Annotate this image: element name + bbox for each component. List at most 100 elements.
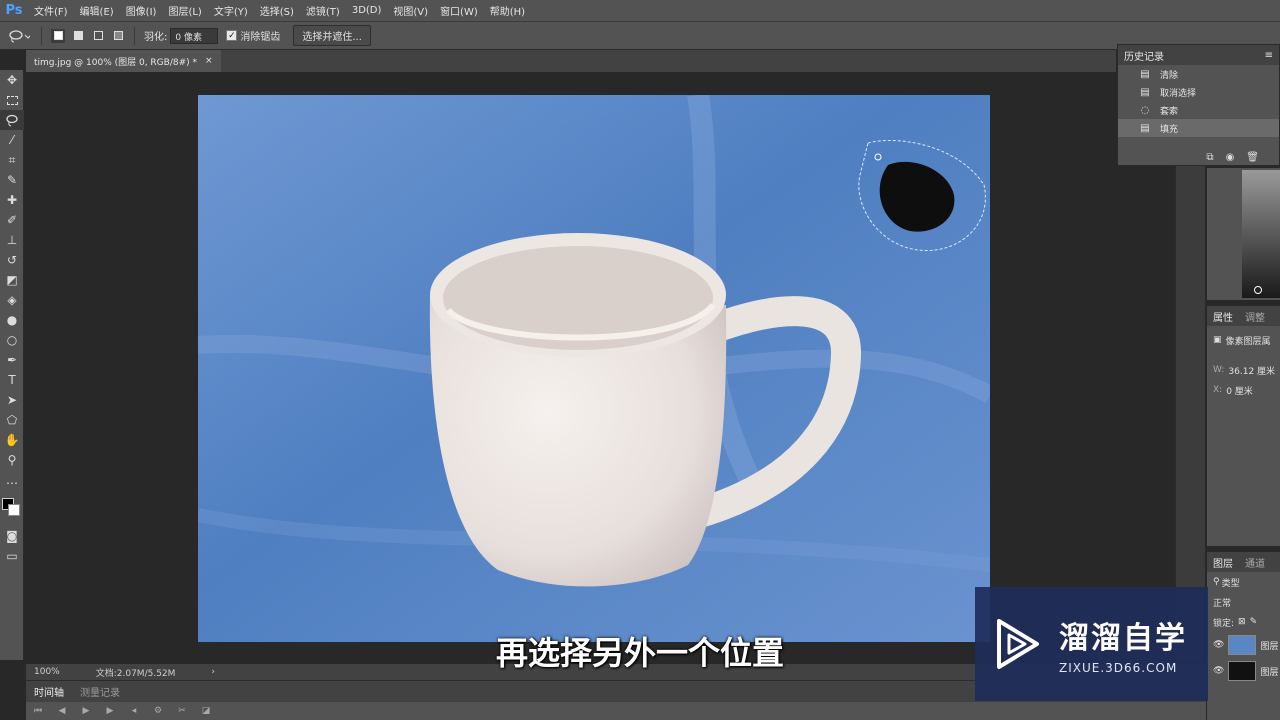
split-icon[interactable]: ✂ [170,706,194,716]
play-logo-icon [997,619,1039,669]
history-item-selected[interactable]: ▤ 填充 [1118,119,1279,137]
new-document-icon[interactable]: ⧉ [1206,152,1213,163]
layer-filter-row[interactable]: ⚲ 类型 [1207,572,1280,592]
menu-filter[interactable]: 滤镜(T) [300,3,346,18]
blend-mode-select[interactable]: 正常 [1207,592,1280,612]
history-footer: ⧉ ◉ 🗑 [1206,152,1259,163]
document-canvas[interactable] [198,95,990,642]
tab-timeline[interactable]: 时间轴 [26,684,72,699]
lock-pixels-icon[interactable]: ⊠ [1238,617,1246,627]
layer-name: 图层 [1260,667,1279,678]
x-field[interactable]: 0 厘米 [1226,384,1253,397]
shape-tool-icon[interactable]: ⬠ [0,410,24,430]
select-and-mask-button[interactable]: 选择并遮住... [293,25,371,46]
layer-thumbnail [1228,661,1257,681]
menu-3d[interactable]: 3D(D) [346,5,388,16]
menu-select[interactable]: 选择(S) [254,3,300,18]
menu-layer[interactable]: 图层(L) [162,3,207,18]
blur-tool-icon[interactable]: ● [0,310,24,330]
tab-layers[interactable]: 图层 [1207,555,1239,570]
document-tab[interactable]: timg.jpg @ 100% (图层 0, RGB/8#) * × [26,50,221,72]
status-arrow-icon[interactable]: › [211,667,215,677]
type-tool-icon[interactable]: T [0,370,24,390]
feather-label: 羽化: [144,32,168,43]
menu-edit[interactable]: 编辑(E) [74,3,120,18]
new-selection-icon[interactable] [51,28,65,43]
prev-frame-icon[interactable]: ◀ [50,706,74,716]
screen-mode-icon[interactable]: ▭ [0,546,24,566]
marquee-tool-icon[interactable] [0,90,24,110]
color-panel [1207,168,1280,300]
audio-icon[interactable]: ◂ [122,706,146,716]
first-frame-icon[interactable]: ⏮ [26,706,50,716]
hand-tool-icon[interactable]: ✋ [0,430,24,450]
history-item[interactable]: ◌ 套索 [1118,101,1279,119]
tab-adjustments[interactable]: 调整 [1239,309,1271,324]
history-brush-icon[interactable]: ↺ [0,250,24,270]
dodge-tool-icon[interactable]: ○ [0,330,24,350]
color-picker-handle[interactable] [1254,286,1262,294]
transition-icon[interactable]: ◪ [194,706,218,716]
options-bar: 羽化: 0 像素 ✓ 消除锯齿 选择并遮住... [0,22,1280,50]
lasso-icon: ◌ [1140,104,1150,116]
menu-file[interactable]: 文件(F) [28,3,74,18]
play-icon[interactable]: ▶ [74,706,98,716]
lasso-tool-icon[interactable] [0,110,24,130]
trash-icon[interactable]: 🗑 [1246,152,1259,163]
color-swatches[interactable] [0,490,23,526]
document-icon: ▤ [1140,86,1150,98]
history-item[interactable]: ▤ 取消选择 [1118,83,1279,101]
lock-label: 锁定: [1213,618,1235,629]
zoom-tool-icon[interactable]: ⚲ [0,450,24,470]
tab-measurement-log[interactable]: 测量记录 [72,684,128,699]
camera-icon[interactable]: ◉ [1226,152,1235,163]
eyedropper-icon[interactable]: ✎ [0,170,24,190]
menu-image[interactable]: 图像(I) [120,3,163,18]
stamp-tool-icon[interactable]: ⊥ [0,230,24,250]
x-label: X: [1213,385,1223,395]
tab-properties[interactable]: 属性 [1207,309,1239,324]
document-icon: ▤ [1140,68,1150,80]
paint-bucket-icon[interactable]: ◈ [0,290,24,310]
quick-mask-icon[interactable]: ◙ [0,526,24,546]
zoom-level[interactable]: 100% [34,667,60,677]
lasso-tool-preset-icon[interactable] [6,29,32,43]
antialias-checkbox[interactable]: ✓ [226,30,238,41]
subtract-selection-icon[interactable] [91,29,105,43]
watermark-url: ZIXUE.3D66.COM [1059,661,1178,675]
layer-item[interactable]: 👁 图层 [1207,658,1280,684]
history-item[interactable]: ▤ 清除 [1118,65,1279,83]
crop-tool-icon[interactable]: ⌗ [0,150,24,170]
width-field[interactable]: 36.12 厘米 [1228,364,1275,377]
brush-tool-icon[interactable]: ✐ [0,210,24,230]
magic-wand-icon[interactable]: ⁄ [0,130,24,150]
tab-channels[interactable]: 通道 [1239,555,1271,570]
eye-icon[interactable]: 👁 [1213,640,1224,650]
healing-brush-icon[interactable]: ✚ [0,190,24,210]
menu-window[interactable]: 窗口(W) [434,3,484,18]
intersect-selection-icon[interactable] [111,29,125,43]
next-frame-icon[interactable]: ▶ [98,706,122,716]
settings-icon[interactable]: ⚙ [146,706,170,716]
close-icon[interactable]: × [205,56,213,66]
eye-icon[interactable]: 👁 [1213,666,1224,676]
history-panel-title[interactable]: 历史记录 [1124,48,1164,63]
pen-tool-icon[interactable]: ✒ [0,350,24,370]
menu-help[interactable]: 帮助(H) [484,3,531,18]
move-tool-icon[interactable]: ✥ [0,70,24,90]
add-selection-icon[interactable] [71,29,85,43]
color-field[interactable] [1242,170,1280,298]
background-color[interactable] [8,504,20,516]
photo-mug-on-blue-cloth [198,95,990,642]
watermark-title: 溜溜自学 [1059,621,1187,656]
path-select-icon[interactable]: ➤ [0,390,24,410]
layer-item[interactable]: 👁 图层 [1207,632,1280,658]
more-tools-icon[interactable]: … [0,470,24,490]
eraser-icon[interactable]: ◩ [0,270,24,290]
feather-input[interactable]: 0 像素 [170,27,219,44]
menu-type[interactable]: 文字(Y) [208,3,254,18]
panel-menu-icon[interactable]: ≡ [1265,50,1273,61]
menu-view[interactable]: 视图(V) [387,3,434,18]
layer-filter-select[interactable]: 类型 [1222,576,1240,589]
lock-brush-icon[interactable]: ✎ [1250,617,1258,627]
